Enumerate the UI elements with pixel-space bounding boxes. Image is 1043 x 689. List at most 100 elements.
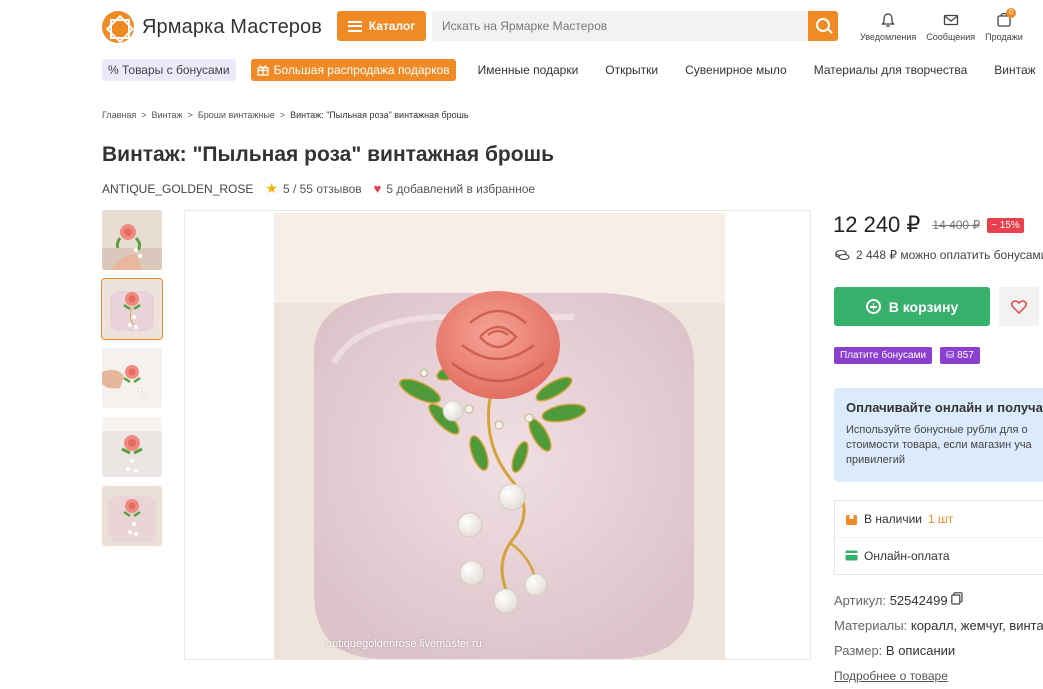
bonus-count-value: 857 [957, 350, 974, 361]
catalog-label: Каталог [368, 19, 416, 33]
article-label: Артикул: [834, 593, 887, 608]
cart-icon-wrap: 0 [996, 8, 1016, 28]
add-to-cart-button[interactable]: В корзину [834, 287, 990, 326]
copy-icon[interactable] [951, 592, 963, 605]
shop-link[interactable]: ANTIQUE_GOLDEN_ROSE [102, 182, 253, 196]
rating-value: 5 [282, 181, 290, 196]
product-meta: ANTIQUE_GOLDEN_ROSE ★ 5 / 55 отзывов ♥ 5… [102, 180, 535, 197]
site-logo[interactable]: Ярмарка Мастеров [102, 11, 322, 43]
heart-outline-icon [1011, 299, 1027, 314]
pay-with-bonuses-badge[interactable]: Платите бонусами [834, 347, 933, 364]
breadcrumb-vintage[interactable]: Винтаж [152, 110, 183, 120]
thumbnail-image [102, 348, 162, 408]
thumbnail-image [102, 417, 162, 477]
nav-link-vintage[interactable]: Винтаж [994, 63, 1035, 77]
stock-row: В наличии 1 шт [835, 501, 1043, 537]
materials-value: коралл, жемчуг, винта [910, 618, 1043, 633]
category-nav: % Товары с бонусами Большая распродажа п… [102, 59, 1043, 81]
bonus-count-badge[interactable]: ⛁ 857 [940, 347, 980, 364]
sales-label: Продажи [985, 32, 1023, 42]
online-payment-label: Онлайн-оплата [864, 548, 950, 563]
product-details-link[interactable]: Подробнее о товаре [834, 669, 948, 683]
logo-icon [102, 11, 134, 43]
card-icon [845, 550, 858, 561]
search-button[interactable] [808, 11, 838, 41]
breadcrumb-separator: > [187, 110, 193, 120]
product-image-frame[interactable] [184, 210, 811, 660]
size-row: Размер: В описании [834, 642, 1043, 667]
payment-row: Онлайн-оплата [835, 537, 1043, 573]
sale-chip[interactable]: Большая распродажа подарков [250, 59, 456, 81]
search-input[interactable] [432, 11, 808, 41]
header-icons: Уведомления Сообщения 0 Продажи [860, 8, 1033, 42]
nav-link-cards[interactable]: Открытки [605, 63, 658, 77]
nav-link-soap[interactable]: Сувенирное мыло [685, 63, 787, 77]
thumbnail-list [101, 210, 163, 555]
plus-circle-icon [865, 299, 881, 314]
thumbnail[interactable] [102, 417, 162, 477]
info-box-line: привилегий [846, 454, 906, 466]
reviews-link[interactable]: / 55 отзывов [293, 182, 362, 196]
materials-row: Материалы: коралл, жемчуг, винта [834, 617, 1043, 642]
info-box-title: Оплачивайте онлайн и получа [846, 400, 1043, 415]
page-title: Винтаж: "Пыльная роза" винтажная брошь [102, 143, 554, 166]
product-details: Артикул: 52542499 Материалы: коралл, жем… [834, 592, 1043, 689]
more-row: Подробнее о товаре [834, 667, 1043, 689]
breadcrumb-separator: > [141, 110, 147, 120]
messages-button[interactable]: Сообщения [926, 12, 975, 42]
size-label: Размер: [834, 643, 883, 658]
breadcrumb: Главная > Винтаж > Броши винтажные > Винтаж: "… [102, 110, 469, 120]
coins-icon: ⛁ [946, 350, 955, 361]
sale-chip-label: Большая распродажа подарков [273, 63, 450, 77]
search-bar [432, 11, 838, 41]
add-to-favorites-button[interactable] [999, 287, 1039, 326]
logo-text: Ярмарка Мастеров [142, 15, 322, 38]
bonus-payment-info: 2 448 ₽ можно оплатить бонусами [835, 248, 1043, 262]
envelope-icon [943, 14, 958, 26]
thumbnail-image [102, 486, 162, 546]
sales-button[interactable]: 0 Продажи [985, 8, 1023, 42]
heart-icon: ♥ [373, 181, 382, 196]
thumbnail[interactable] [102, 348, 162, 408]
bell-icon [881, 13, 895, 27]
old-price: 14 400 ₽ [932, 218, 981, 232]
add-to-cart-label: В корзину [888, 298, 959, 315]
online-payment-info-box: Оплачивайте онлайн и получа Используйте … [834, 388, 1043, 482]
bonus-payment-text: 2 448 ₽ можно оплатить бонусами [856, 248, 1043, 262]
article-row: Артикул: 52542499 [834, 592, 1043, 617]
brooch-photo [274, 213, 725, 659]
sales-badge: 0 [1005, 8, 1016, 18]
star-icon: ★ [265, 180, 278, 196]
box-icon [846, 514, 857, 525]
size-value: В описании [885, 643, 956, 658]
thumbnail-image [102, 210, 162, 270]
info-box-line: стоимости товара, если магазин уча [846, 439, 1032, 451]
thumbnail[interactable] [102, 486, 162, 546]
stock-quantity: 1 шт [928, 512, 954, 526]
price-block: 12 240 ₽ 14 400 ₽ − 15% [833, 212, 1024, 238]
image-watermark: antiquegoldenrose.livemaster.ru [326, 638, 482, 650]
breadcrumb-brooches[interactable]: Броши винтажные [198, 110, 275, 120]
breadcrumb-home[interactable]: Главная [102, 110, 136, 120]
article-value: 52542499 [889, 593, 948, 608]
bonus-products-chip[interactable]: % Товары с бонусами [102, 59, 236, 81]
product-image [274, 213, 725, 659]
thumbnail[interactable] [102, 210, 162, 270]
nav-link-craft-materials[interactable]: Материалы для творчества [814, 63, 968, 77]
materials-label: Материалы: [834, 618, 908, 633]
menu-icon [347, 20, 362, 32]
breadcrumb-current: Винтаж: "Пыльная роза" винтажная брошь [290, 110, 469, 120]
coins-icon [835, 249, 850, 261]
favorites-count: 5 добавлений в избранное [386, 181, 536, 196]
availability-box: В наличии 1 шт Онлайн-оплата [834, 500, 1043, 575]
info-box-text: Используйте бонусные рубли для о стоимос… [846, 423, 1042, 468]
catalog-button[interactable]: Каталог [337, 11, 426, 41]
breadcrumb-separator: > [279, 110, 286, 120]
info-box-line: Используйте бонусные рубли для о [846, 424, 1028, 436]
thumbnail-active[interactable] [101, 278, 163, 340]
current-price: 12 240 ₽ [833, 212, 921, 237]
messages-label: Сообщения [926, 32, 976, 42]
notifications-button[interactable]: Уведомления [860, 12, 916, 42]
nav-link-named-gifts[interactable]: Именные подарки [478, 63, 579, 77]
stock-label: В наличии [864, 512, 923, 526]
